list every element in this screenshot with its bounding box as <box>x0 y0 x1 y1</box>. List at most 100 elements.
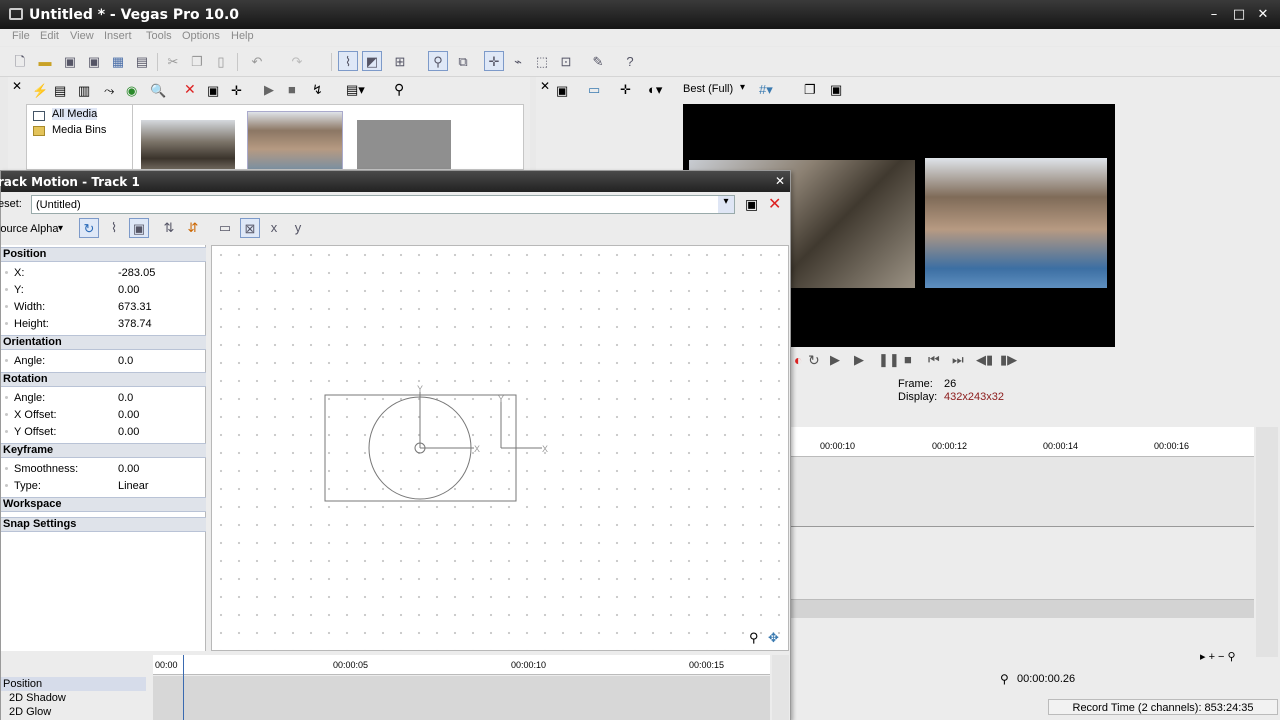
media-thumbnail[interactable] <box>247 111 343 169</box>
redo-icon[interactable]: ↷ <box>287 52 307 72</box>
menu-view[interactable]: View <box>70 30 94 42</box>
overlays-icon[interactable]: #▾ <box>759 82 773 98</box>
section-position[interactable]: Position <box>1 247 206 262</box>
ignore-grouping-icon[interactable]: ⧉ <box>453 52 473 72</box>
menu-file[interactable]: File <box>12 30 30 42</box>
save-as-icon[interactable]: ▣ <box>84 52 104 72</box>
scale-about-center-icon[interactable]: ⇵ <box>183 218 203 238</box>
zoom-icon[interactable]: ⚲ <box>394 81 404 98</box>
chevron-down-icon[interactable]: ▾ <box>58 223 63 234</box>
copy-snapshot-icon[interactable]: ❐ <box>804 82 816 98</box>
go-to-end-icon[interactable]: ⏭ <box>952 352 964 368</box>
prop-rotation-angle-value[interactable]: 0.0 <box>118 392 133 404</box>
minimize-button[interactable]: – <box>1205 6 1223 24</box>
menu-insert[interactable]: Insert <box>104 30 132 42</box>
prevent-x-icon[interactable]: x <box>264 218 284 238</box>
audio-track-lane[interactable] <box>790 528 1254 600</box>
section-snap-settings[interactable]: Snap Settings <box>1 517 206 532</box>
scroll-right-icon[interactable]: ▸ + − ⚲ <box>1200 650 1236 663</box>
prop-smoothness-value[interactable]: 0.00 <box>118 463 139 475</box>
snap-icon[interactable]: ⌇ <box>338 51 358 71</box>
close-icon[interactable]: ✕ <box>775 174 785 188</box>
save-preset-icon[interactable]: ▣ <box>745 196 758 213</box>
stop-icon[interactable]: ■ <box>904 352 912 367</box>
save-icon[interactable]: ▣ <box>60 52 80 72</box>
import-media-icon[interactable]: ⚡ <box>32 83 48 99</box>
tree-item-media-bins[interactable]: Media Bins <box>52 124 106 136</box>
prop-type-value[interactable]: Linear <box>118 480 149 492</box>
media-generators-icon[interactable]: ✛ <box>231 83 242 99</box>
prop-x-offset-value[interactable]: 0.00 <box>118 409 139 421</box>
stop-media-icon[interactable]: ■ <box>288 82 296 97</box>
save-snapshot-icon[interactable]: ▣ <box>830 82 842 98</box>
reset-icon[interactable]: ↻ <box>79 218 99 238</box>
maximize-button[interactable]: □ <box>1230 6 1248 24</box>
properties-project-icon[interactable]: ▤ <box>132 52 152 72</box>
zoom-icon[interactable]: ⚲ <box>749 630 759 646</box>
paste-icon[interactable]: ▯ <box>211 52 231 72</box>
play-icon[interactable]: ▶ <box>854 352 864 368</box>
menu-tools[interactable]: Tools <box>146 30 172 42</box>
render-icon[interactable]: ▦ <box>108 52 128 72</box>
envelope-tool-icon[interactable]: ⌁ <box>508 52 528 72</box>
play-media-icon[interactable]: ▶ <box>264 82 274 98</box>
get-media-web-icon[interactable]: ◉ <box>126 83 137 99</box>
loop-icon[interactable]: ↻ <box>808 352 820 369</box>
lock-envelopes-icon[interactable]: ⚲ <box>428 51 448 71</box>
properties-icon[interactable]: ✎ <box>588 52 608 72</box>
track-lane[interactable] <box>790 600 1254 618</box>
zoom-tool-icon[interactable]: ⊡ <box>556 52 576 72</box>
cut-icon[interactable]: ✂ <box>163 52 183 72</box>
remove-media-icon[interactable]: ✕ <box>184 81 196 98</box>
motion-canvas[interactable]: Y X Y X ⚲ ✥ <box>211 245 789 651</box>
vertical-scrollbar[interactable] <box>1256 427 1278 657</box>
auto-preview-icon[interactable]: ↯ <box>312 82 323 98</box>
menu-help[interactable]: Help <box>231 30 254 42</box>
media-fx-icon[interactable]: ▣ <box>207 83 219 99</box>
video-track-lane[interactable] <box>790 457 1254 527</box>
preset-dropdown[interactable]: (Untitled) ▾ <box>31 195 735 214</box>
edit-in-object-space-icon[interactable]: ▭ <box>215 218 235 238</box>
prop-x-value[interactable]: -283.05 <box>118 267 155 279</box>
prop-height-value[interactable]: 378.74 <box>118 318 152 330</box>
prevent-y-icon[interactable]: y <box>288 218 308 238</box>
ripple-icon[interactable]: ⊞ <box>390 52 410 72</box>
section-workspace[interactable]: Workspace <box>1 497 206 512</box>
normal-edit-tool-icon[interactable]: ✛ <box>484 51 504 71</box>
record-icon[interactable]: ◐ <box>794 352 802 368</box>
selection-tool-icon[interactable]: ⬚ <box>532 52 552 72</box>
keyframe-cursor[interactable] <box>183 655 184 720</box>
prop-y-offset-value[interactable]: 0.00 <box>118 426 139 438</box>
section-rotation[interactable]: Rotation <box>1 372 206 387</box>
cursor-time[interactable]: 00:00:00.26 <box>1017 673 1075 685</box>
new-icon[interactable]: 🗋 <box>10 52 30 72</box>
preview-properties-icon[interactable]: ▣ <box>556 83 568 99</box>
move-icon[interactable]: ✥ <box>768 630 779 646</box>
auto-crossfade-icon[interactable]: ◩ <box>362 51 382 71</box>
keyframe-track-position[interactable]: Position <box>1 677 146 691</box>
views-icon[interactable]: ▤▾ <box>346 82 365 98</box>
search-media-icon[interactable]: 🔍 <box>150 83 166 99</box>
close-button[interactable]: ✕ <box>1254 6 1272 24</box>
close-pane-icon[interactable]: ✕ <box>12 79 22 93</box>
lock-aspect-icon[interactable]: ⇅ <box>159 218 179 238</box>
prevent-movement-icon[interactable]: ⊠ <box>240 218 260 238</box>
external-monitor-icon[interactable]: ▭ <box>588 82 600 98</box>
capture-icon[interactable]: ▤ <box>54 83 66 99</box>
media-thumbnail[interactable] <box>357 120 451 169</box>
keyframe-scrollbar[interactable] <box>772 655 789 720</box>
media-thumbnail[interactable] <box>141 120 235 169</box>
close-preview-icon[interactable]: ✕ <box>540 79 550 93</box>
go-to-start-icon[interactable]: ⏮ <box>928 352 940 368</box>
previous-frame-icon[interactable]: ◀▮ <box>976 352 993 368</box>
get-photo-icon[interactable]: ▥ <box>78 83 90 99</box>
delete-preset-icon[interactable]: ✕ <box>768 194 781 214</box>
menu-edit[interactable]: Edit <box>40 30 59 42</box>
prop-y-value[interactable]: 0.00 <box>118 284 139 296</box>
chevron-down-icon[interactable]: ▾ <box>718 196 734 213</box>
pause-icon[interactable]: ❚❚ <box>878 352 900 368</box>
tree-item-all-media[interactable]: All Media <box>52 108 98 120</box>
video-fx-icon[interactable]: ✛ <box>620 82 631 98</box>
play-from-start-icon[interactable]: ▶ <box>830 352 840 368</box>
undo-icon[interactable]: ↶ <box>247 52 267 72</box>
